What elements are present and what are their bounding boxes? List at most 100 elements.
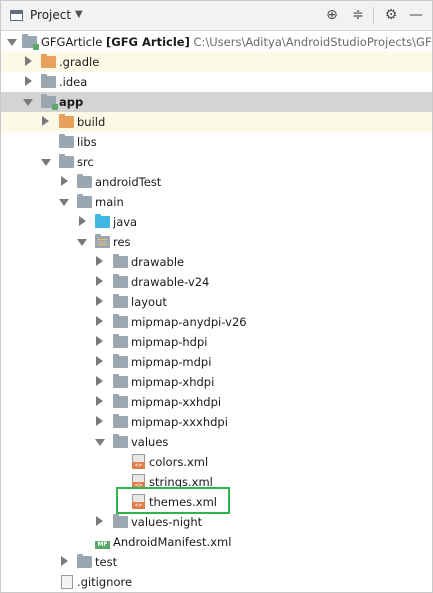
chevron-right-icon[interactable] — [96, 256, 103, 266]
tree-row-colors-xml[interactable]: colors.xml — [1, 452, 432, 472]
chevron-down-icon[interactable]: ▼ — [75, 9, 83, 20]
chevron-right-icon[interactable] — [96, 276, 103, 286]
tree-row-root[interactable]: GFGArticle [GFG Article] C:\Users\Aditya… — [1, 32, 432, 52]
tree-row-mipmap-hdpi[interactable]: mipmap-hdpi — [1, 332, 432, 352]
tree-row-res[interactable]: res — [1, 232, 432, 252]
folder-icon — [113, 374, 128, 388]
tree-item-label: main — [95, 195, 124, 209]
folder-icon — [113, 354, 128, 368]
manifest-file-icon: MF — [95, 534, 110, 549]
tree-row-androidtest[interactable]: androidTest — [1, 172, 432, 192]
chevron-right-icon[interactable] — [61, 176, 68, 186]
project-icon — [10, 10, 23, 21]
chevron-right-icon[interactable] — [25, 76, 32, 86]
tree-row-app[interactable]: app — [1, 92, 432, 112]
chevron-right-icon[interactable] — [25, 56, 32, 66]
tree-row-java[interactable]: java — [1, 212, 432, 232]
hide-icon[interactable]: — — [408, 7, 424, 23]
folder-icon — [113, 254, 128, 268]
tree-item-label: layout — [131, 295, 167, 309]
locate-icon[interactable]: ⊕ — [324, 7, 340, 23]
chevron-right-icon[interactable] — [96, 336, 103, 346]
folder-icon — [41, 54, 56, 68]
folder-icon — [77, 554, 92, 568]
tree-row-build[interactable]: build — [1, 112, 432, 132]
tree-item-label: mipmap-mdpi — [131, 355, 212, 369]
tree-row-test[interactable]: test — [1, 552, 432, 572]
tree-item-label: AndroidManifest.xml — [113, 535, 232, 549]
project-view-title[interactable]: Project — [30, 8, 71, 22]
chevron-right-icon[interactable] — [96, 316, 103, 326]
tree-row-values[interactable]: values — [1, 432, 432, 452]
chevron-down-icon[interactable] — [95, 439, 105, 446]
tree-row-main[interactable]: main — [1, 192, 432, 212]
xml-file-icon — [132, 454, 145, 469]
tree-item-label: mipmap-hdpi — [131, 335, 208, 349]
tree-row-mipmap-anydpi-v26[interactable]: mipmap-anydpi-v26 — [1, 312, 432, 332]
chevron-down-icon[interactable] — [59, 199, 69, 206]
chevron-down-icon[interactable] — [23, 99, 33, 106]
tree-item-label: mipmap-xxxhdpi — [131, 415, 228, 429]
tree-row-mipmap-mdpi[interactable]: mipmap-mdpi — [1, 352, 432, 372]
chevron-down-icon[interactable] — [41, 159, 51, 166]
tree-item-label: drawable-v24 — [131, 275, 210, 289]
tree-row-mipmap-xxhdpi[interactable]: mipmap-xxhdpi — [1, 392, 432, 412]
tree-row-mipmap-xhdpi[interactable]: mipmap-xhdpi — [1, 372, 432, 392]
tree-item-label: libs — [77, 135, 97, 149]
chevron-right-icon[interactable] — [42, 116, 49, 126]
tree-item-label: mipmap-xxhdpi — [131, 395, 222, 409]
tree-row-drawable-v24[interactable]: drawable-v24 — [1, 272, 432, 292]
chevron-right-icon[interactable] — [61, 556, 68, 566]
tree-row-mipmap-xxxhdpi[interactable]: mipmap-xxxhdpi — [1, 412, 432, 432]
project-toolbar: Project ▼ ⊕ ≑ ⚙ — — [1, 1, 432, 31]
folder-icon — [113, 434, 128, 448]
tree-item-label: mipmap-anydpi-v26 — [131, 315, 247, 329]
collapse-all-icon[interactable]: ≑ — [350, 7, 366, 23]
tree-item-label: java — [113, 215, 138, 229]
folder-icon — [59, 134, 74, 148]
chevron-right-icon[interactable] — [79, 216, 86, 226]
tree-item-label: GFGArticle [GFG Article] C:\Users\Aditya… — [41, 35, 432, 49]
chevron-down-icon[interactable] — [7, 39, 17, 46]
folder-icon — [113, 314, 128, 328]
chevron-down-icon[interactable] — [77, 239, 87, 246]
chevron-right-icon[interactable] — [96, 376, 103, 386]
folder-icon — [113, 414, 128, 428]
tree-item-label: androidTest — [95, 175, 162, 189]
folder-icon — [77, 174, 92, 188]
tree-item-label: build — [77, 115, 106, 129]
folder-icon — [113, 514, 128, 528]
folder-icon — [113, 394, 128, 408]
tree-item-label: app — [59, 95, 84, 109]
chevron-right-icon[interactable] — [96, 516, 103, 526]
tree-item-label: .idea — [59, 75, 88, 89]
source-folder-icon — [95, 214, 110, 228]
tree-row-layout[interactable]: layout — [1, 292, 432, 312]
module-folder-icon — [22, 34, 39, 50]
tree-row-gradle[interactable]: .gradle — [1, 52, 432, 72]
chevron-right-icon[interactable] — [96, 296, 103, 306]
settings-gear-icon[interactable]: ⚙ — [383, 7, 399, 23]
chevron-right-icon[interactable] — [96, 396, 103, 406]
chevron-right-icon[interactable] — [96, 416, 103, 426]
module-folder-icon — [41, 94, 58, 110]
tree-item-label: res — [113, 235, 131, 249]
tree-row-libs[interactable]: libs — [1, 132, 432, 152]
tree-row-gitignore[interactable]: .gitignore — [1, 572, 432, 592]
toolbar-divider — [373, 7, 374, 24]
resources-folder-icon — [95, 234, 110, 248]
tree-row-values-night[interactable]: values-night — [1, 512, 432, 532]
tree-row-drawable[interactable]: drawable — [1, 252, 432, 272]
tree-row-src[interactable]: src — [1, 152, 432, 172]
chevron-right-icon[interactable] — [96, 356, 103, 366]
tree-row-idea[interactable]: .idea — [1, 72, 432, 92]
folder-icon — [113, 294, 128, 308]
folder-icon — [59, 154, 74, 168]
tree-item-label: colors.xml — [149, 455, 209, 469]
text-file-icon — [61, 575, 73, 589]
vertical-scrollbar[interactable] — [427, 31, 432, 592]
tree-item-label: test — [95, 555, 118, 569]
tree-item-label: values — [131, 435, 169, 449]
tree-item-label: .gradle — [59, 55, 100, 69]
tree-row-androidmanifest[interactable]: MF AndroidManifest.xml — [1, 532, 432, 552]
